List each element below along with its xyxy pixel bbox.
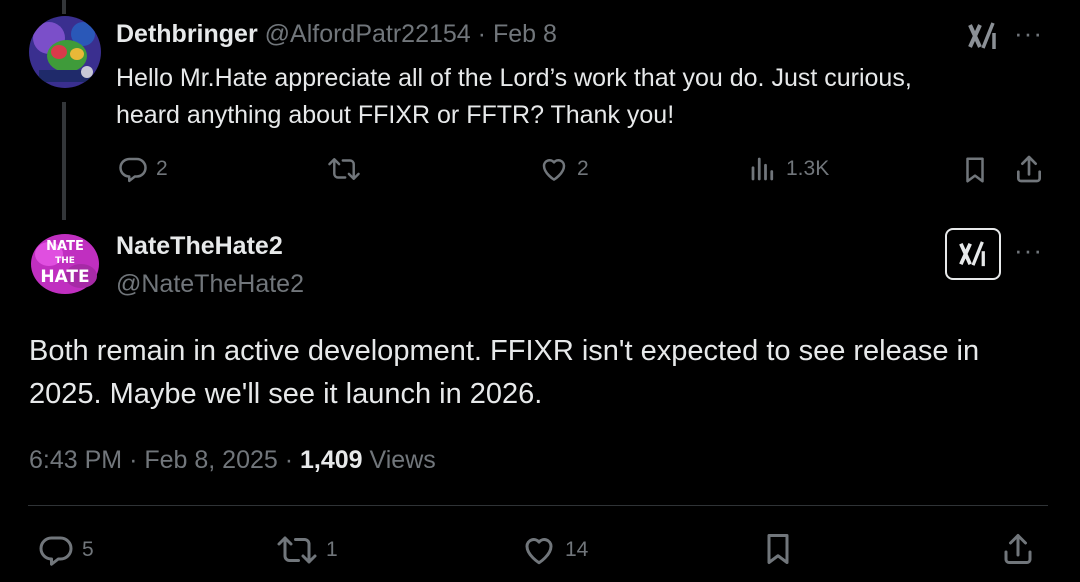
- repost-icon: [327, 154, 361, 184]
- reply-date[interactable]: Feb 8: [493, 20, 557, 48]
- more-icon-main[interactable]: ···: [1014, 237, 1043, 263]
- avatar-natethehate[interactable]: NATE THE HATE: [29, 228, 101, 300]
- main-action-bookmark[interactable]: [760, 530, 796, 568]
- main-handle[interactable]: @NateTheHate2: [116, 270, 304, 299]
- reply-text-line1: Hello Mr.Hate appreciate all of the Lord…: [116, 64, 912, 92]
- main-text-line2: 2025. Maybe we'll see it launch in 2026.: [29, 378, 543, 410]
- reply-action-likes[interactable]: 2: [539, 154, 589, 184]
- main-reposts-count: 1: [326, 538, 338, 561]
- main-action-share[interactable]: [1000, 530, 1036, 568]
- main-action-replies[interactable]: 5: [38, 532, 94, 568]
- grok-icon[interactable]: [966, 20, 1000, 52]
- repost-icon: [276, 532, 318, 568]
- more-icon[interactable]: ···: [1014, 20, 1043, 46]
- divider: [28, 505, 1048, 506]
- main-display-name[interactable]: NateTheHate2: [116, 232, 283, 261]
- main-meta-sep1: ·: [129, 446, 138, 474]
- reply-icon: [118, 154, 148, 184]
- reply-action-views[interactable]: 1.3K: [748, 154, 829, 184]
- main-date[interactable]: Feb 8, 2025: [144, 446, 277, 474]
- main-text-line1: Both remain in active development. FFIXR…: [29, 335, 980, 367]
- reply-replies-count: 2: [156, 157, 168, 180]
- reply-likes-count: 2: [577, 157, 589, 180]
- main-action-likes[interactable]: 14: [521, 532, 588, 568]
- reply-action-reposts[interactable]: [327, 154, 369, 184]
- bookmark-icon: [960, 154, 990, 186]
- reply-text-line2: heard anything about FFIXR or FFTR? Than…: [116, 101, 675, 129]
- reply-action-replies[interactable]: 2: [118, 154, 168, 184]
- main-likes-count: 14: [565, 538, 589, 561]
- main-replies-count: 5: [82, 538, 94, 561]
- avatar-text-nate: NATE: [46, 239, 84, 254]
- reply-handle[interactable]: @AlfordPatr22154: [265, 20, 471, 48]
- like-icon: [539, 154, 569, 184]
- reply-icon: [38, 532, 74, 568]
- share-icon: [1013, 153, 1045, 185]
- reply-display-name[interactable]: Dethbringer: [116, 20, 258, 48]
- avatar-text-hate: HATE: [40, 267, 89, 287]
- grok-icon-main[interactable]: [945, 228, 1001, 280]
- thread-line: [62, 102, 66, 220]
- main-views-count: 1,409: [300, 446, 363, 474]
- reply-views-count: 1.3K: [786, 157, 830, 180]
- avatar-dethbringer[interactable]: [29, 16, 101, 88]
- reply-header: Dethbringer @AlfordPatr22154 · Feb 8: [116, 20, 557, 49]
- views-icon: [748, 154, 778, 184]
- reply-action-share[interactable]: [1013, 153, 1045, 185]
- thread-line-top: [62, 0, 66, 14]
- like-icon: [521, 532, 557, 568]
- bookmark-icon: [760, 530, 796, 568]
- avatar-text-the: THE: [55, 256, 75, 266]
- main-time[interactable]: 6:43 PM: [29, 446, 122, 474]
- main-meta: 6:43 PM · Feb 8, 2025 · 1,409 Views: [29, 446, 436, 475]
- reply-action-bookmark[interactable]: [960, 154, 990, 186]
- main-meta-sep2: ·: [284, 446, 294, 474]
- main-text: Both remain in active development. FFIXR…: [29, 330, 1059, 416]
- reply-separator: ·: [477, 20, 486, 48]
- main-views-label: Views: [369, 446, 436, 474]
- reply-text: Hello Mr.Hate appreciate all of the Lord…: [116, 60, 1056, 134]
- main-action-reposts[interactable]: 1: [276, 532, 338, 568]
- share-icon: [1000, 530, 1036, 568]
